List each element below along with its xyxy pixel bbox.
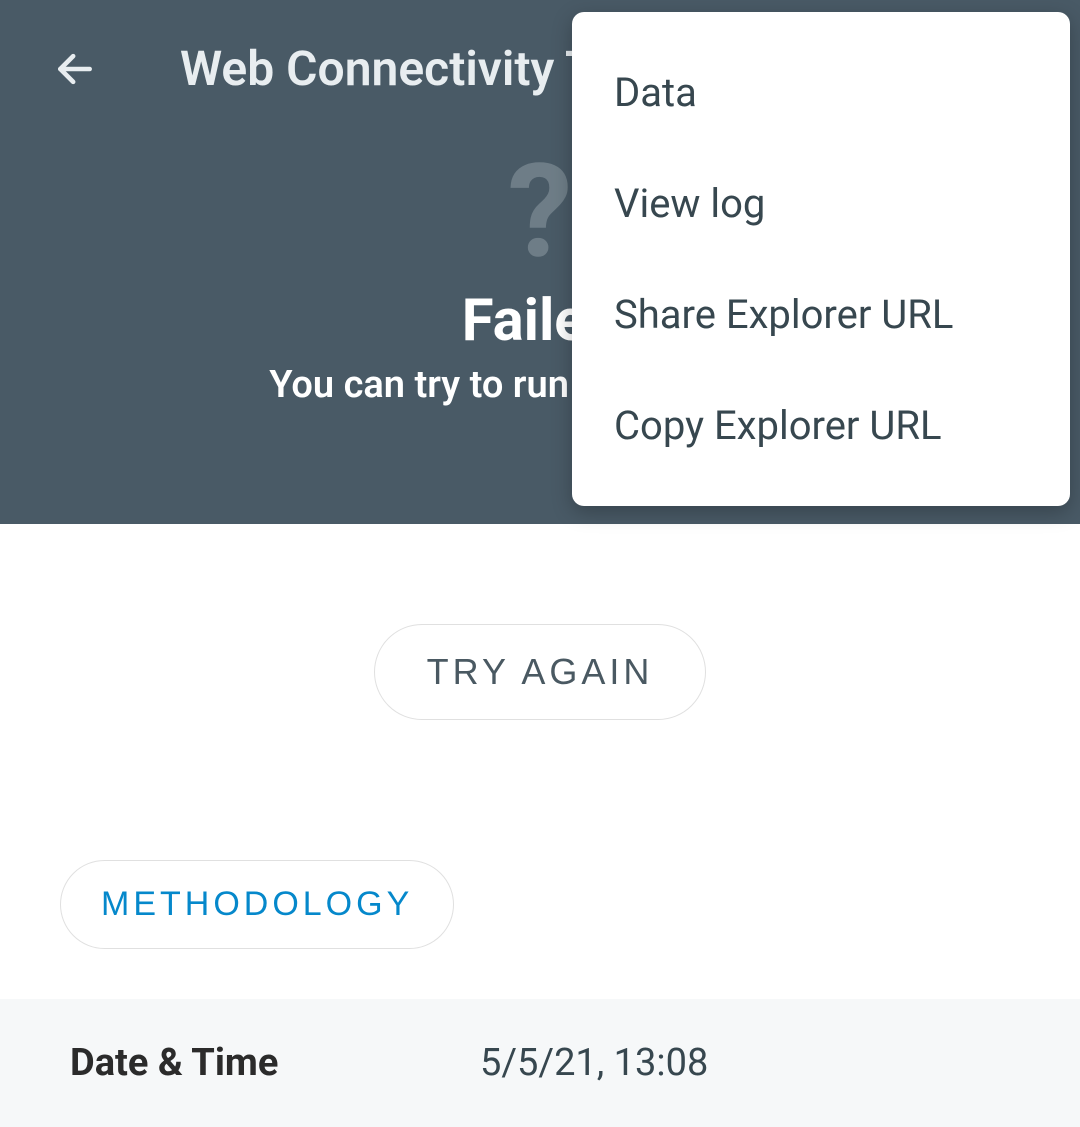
methodology-button[interactable]: METHODOLOGY [60,860,454,949]
detail-row-datetime: Date & Time 5/5/21, 13:08 [70,1041,1010,1085]
methodology-row: METHODOLOGY [0,860,1080,949]
detail-label-datetime: Date & Time [70,1041,480,1085]
overflow-menu: Data View log Share Explorer URL Copy Ex… [572,12,1070,506]
question-mark-icon: ? [508,147,573,277]
menu-item-view-log[interactable]: View log [572,148,1070,259]
menu-item-copy-explorer-url[interactable]: Copy Explorer URL [572,370,1070,481]
details-section: Date & Time 5/5/21, 13:08 [0,999,1080,1127]
try-again-button[interactable]: TRY AGAIN [374,624,707,720]
back-arrow-icon[interactable] [50,44,100,94]
menu-item-share-explorer-url[interactable]: Share Explorer URL [572,259,1070,370]
detail-value-datetime: 5/5/21, 13:08 [480,1041,708,1085]
content-area: TRY AGAIN METHODOLOGY Date & Time 5/5/21… [0,524,1080,1127]
menu-item-data[interactable]: Data [572,37,1070,148]
